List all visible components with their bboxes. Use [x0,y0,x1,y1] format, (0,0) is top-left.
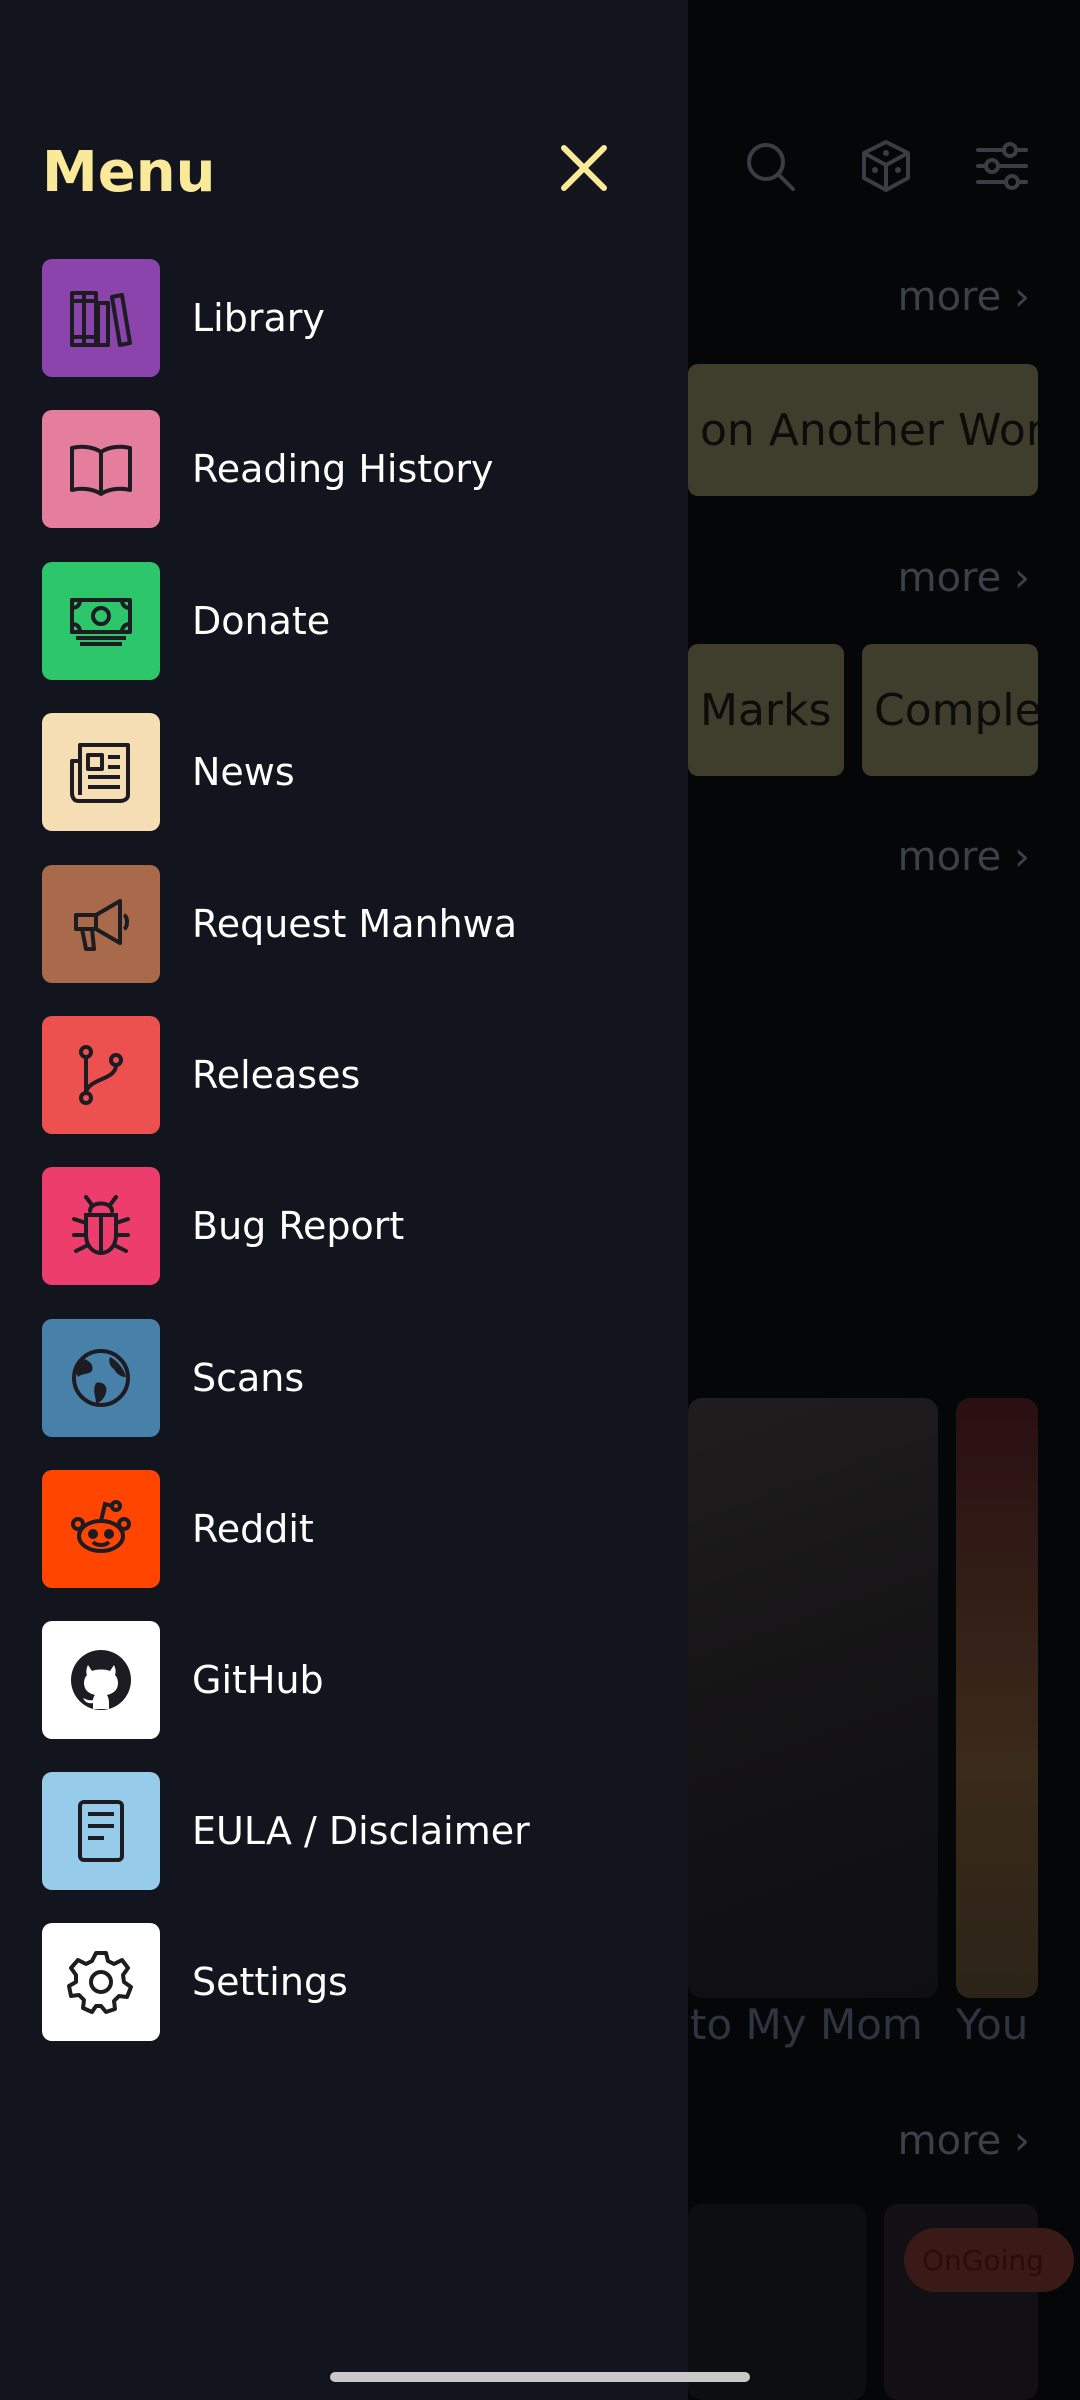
reddit-icon [71,1500,131,1553]
money-icon [70,598,132,646]
menu-tile-request-manhwa [42,865,160,983]
manhwa-title[interactable]: to My Mom [690,2000,923,2049]
megaphone-icon [74,899,129,951]
menu-item-donate[interactable]: Donate [0,561,688,681]
genre-chip[interactable]: Marks [688,644,844,776]
menu-item-reading-history[interactable]: Reading History [0,409,688,529]
menu-item-reddit[interactable]: Reddit [0,1469,688,1589]
manhwa-cover[interactable] [688,2204,866,2400]
menu-item-library[interactable]: Library [0,258,688,378]
menu-item-label: GitHub [192,1658,324,1702]
menu-item-label: Settings [192,1960,348,2004]
gear-icon [67,1951,133,2014]
search-icon[interactable] [742,138,798,194]
manhwa-cover[interactable] [956,1398,1038,1998]
menu-tile-releases [42,1016,160,1134]
document-icon [78,1800,124,1862]
menu-item-label: Reddit [192,1507,314,1551]
menu-item-request-manhwa[interactable]: Request Manhwa [0,864,688,984]
menu-item-news[interactable]: News [0,712,688,832]
bug-icon [72,1195,130,1256]
menu-tile-reading-history [42,410,160,528]
more-link[interactable]: more › [898,2118,1030,2164]
more-link[interactable]: more › [898,834,1030,880]
menu-item-settings[interactable]: Settings [0,1922,688,2042]
menu-tile-settings [42,1923,160,2041]
menu-tile-news [42,713,160,831]
books-icon [70,291,132,347]
menu-item-label: Library [192,296,325,340]
globe-icon [72,1349,130,1407]
menu-item-releases[interactable]: Releases [0,1015,688,1135]
menu-item-label: Scans [192,1356,305,1400]
filter-icon[interactable] [974,138,1030,194]
menu-tile-scans [42,1319,160,1437]
menu-tile-eula-disclaimer [42,1772,160,1890]
more-link[interactable]: more › [898,274,1030,320]
menu-item-label: News [192,750,295,794]
manhwa-title[interactable]: You [956,2000,1028,2049]
git-branch-icon [79,1045,123,1105]
genre-chip[interactable]: on Another Work [688,364,1038,496]
menu-item-scans[interactable]: Scans [0,1318,688,1438]
menu-item-label: Reading History [192,447,494,491]
manhwa-cover[interactable] [688,1398,938,1998]
menu-item-label: Bug Report [192,1204,405,1248]
home-indicator[interactable] [330,2372,750,2382]
menu-item-label: Request Manhwa [192,902,518,946]
genre-chip[interactable]: Comple [862,644,1038,776]
menu-item-label: Releases [192,1053,361,1097]
newspaper-icon [70,743,130,803]
menu-item-bug-report[interactable]: Bug Report [0,1166,688,1286]
menu-title: Menu [42,140,216,205]
menu-item-github[interactable]: GitHub [0,1620,688,1740]
menu-tile-reddit [42,1470,160,1588]
close-icon[interactable] [556,140,612,196]
menu-item-label: Donate [192,599,331,643]
navigation-drawer: Menu Library Reading History Donate News… [0,0,688,2400]
menu-tile-library [42,259,160,377]
menu-tile-donate [42,562,160,680]
open-book-icon [70,444,132,496]
status-badge: OnGoing [904,2228,1074,2292]
menu-tile-bug-report [42,1167,160,1285]
github-icon [71,1650,131,1710]
more-link[interactable]: more › [898,555,1030,601]
menu-tile-github [42,1621,160,1739]
menu-item-label: EULA / Disclaimer [192,1809,530,1853]
dice-icon[interactable] [858,138,914,194]
menu-item-eula-disclaimer[interactable]: EULA / Disclaimer [0,1771,688,1891]
